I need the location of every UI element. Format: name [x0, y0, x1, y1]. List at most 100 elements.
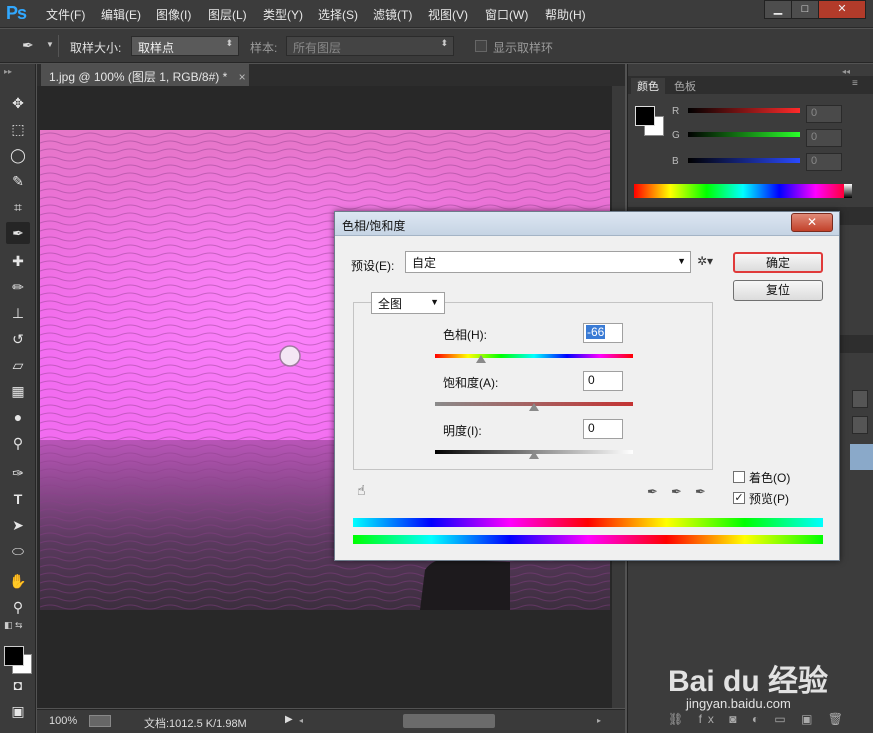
document-tab[interactable]: 1.jpg @ 100% (图层 1, RGB/8#) * ×	[41, 64, 249, 86]
minimize-button[interactable]: ▁	[764, 0, 792, 19]
hue-input[interactable]: -66	[583, 323, 623, 343]
channel-r-value[interactable]: 0	[806, 105, 842, 123]
horizontal-scrollbar-thumb[interactable]	[403, 714, 495, 728]
lightness-input[interactable]: 0	[583, 419, 623, 439]
pen-tool-icon[interactable]: ✑	[6, 462, 30, 484]
colorize-checkbox[interactable]	[733, 471, 745, 483]
dodge-tool-icon[interactable]: ⚲	[6, 432, 30, 454]
preset-select[interactable]: 自定 ▼	[405, 251, 691, 273]
black-white-ramp[interactable]	[844, 184, 852, 198]
hue-slider-thumb[interactable]	[476, 355, 486, 363]
color-spectrum-ramp[interactable]	[634, 184, 852, 198]
channel-r-slider[interactable]	[688, 108, 800, 113]
eyedropper-icon[interactable]: ✒	[647, 484, 658, 500]
preview-checkbox[interactable]: ✓	[733, 492, 745, 504]
dialog-close-button[interactable]: ✕	[791, 213, 833, 232]
channel-b-slider[interactable]	[688, 158, 800, 163]
eyedropper-plus-icon[interactable]: ✒	[671, 484, 682, 500]
menu-layer[interactable]: 图层(L)	[208, 6, 247, 23]
panel-menu-icon[interactable]: ≡	[852, 78, 858, 89]
default-colors-icon[interactable]: ◧ ⇆	[4, 620, 23, 631]
dialog-title-bar[interactable]: 色相/饱和度 ✕	[335, 212, 839, 236]
channel-b-value[interactable]: 0	[806, 153, 842, 171]
document-tab-close-icon[interactable]: ×	[239, 70, 246, 84]
crop-tool-icon[interactable]: ⌗	[6, 196, 30, 218]
eyedropper-icon[interactable]: ✒	[22, 37, 34, 54]
hand-tool-icon[interactable]: ✋	[6, 570, 30, 592]
saturation-slider-thumb[interactable]	[529, 403, 539, 411]
tab-swatches[interactable]: 色板	[674, 78, 696, 94]
ok-button[interactable]: 确定	[733, 252, 823, 273]
channel-select[interactable]: 全图 ▼	[371, 292, 445, 314]
doc-size-info: 文档:1012.5 K/1.98M	[144, 718, 247, 730]
history-brush-tool-icon[interactable]: ↺	[6, 328, 30, 350]
layer-fill-arrow[interactable]	[852, 416, 868, 434]
reset-button[interactable]: 复位	[733, 280, 823, 301]
brush-tool-icon[interactable]: ✏	[6, 276, 30, 298]
targeted-adjustment-hand-icon[interactable]: ☝	[357, 482, 366, 499]
tool-preset-chevron-icon[interactable]: ▼	[46, 40, 54, 49]
zoom-tool-icon[interactable]: ⚲	[6, 596, 30, 618]
menu-filter[interactable]: 滤镜(T)	[373, 6, 412, 23]
tools-panel: ▸▸ ✥ ⬚ ◯ ✎ ⌗ ✒ ✚ ✏ ⊥ ↺ ▱ ▦ ● ⚲ ✑ T ➤ ⬭ ✋…	[0, 64, 36, 733]
menu-select[interactable]: 选择(S)	[318, 6, 358, 23]
blur-tool-icon[interactable]: ●	[6, 406, 30, 428]
lasso-tool-icon[interactable]: ◯	[6, 144, 30, 166]
close-window-button[interactable]: ✕	[818, 0, 866, 19]
path-select-tool-icon[interactable]: ➤	[6, 514, 30, 536]
output-color-bar	[353, 535, 823, 544]
menu-bar: Ps 文件(F) 编辑(E) 图像(I) 图层(L) 类型(Y) 选择(S) 滤…	[0, 0, 873, 28]
screen-mode-icon[interactable]: ▣	[6, 700, 30, 722]
select-arrows-icon: ⬍	[440, 38, 448, 48]
preset-options-gear-icon[interactable]: ✲▾	[697, 254, 713, 268]
healing-brush-tool-icon[interactable]: ✚	[6, 250, 30, 272]
saturation-input[interactable]: 0	[583, 371, 623, 391]
adjustment-group-box	[353, 302, 713, 470]
select-arrows-icon: ⬍	[225, 38, 233, 48]
scroll-left-icon[interactable]: ◂	[299, 716, 303, 725]
quick-select-tool-icon[interactable]: ✎	[6, 170, 30, 192]
zoom-level[interactable]: 100%	[49, 715, 77, 727]
menu-file[interactable]: 文件(F)	[46, 6, 85, 23]
hue-saturation-dialog: 色相/饱和度 ✕ 预设(E): 自定 ▼ ✲▾ 确定 复位 全图 ▼ 色相(H)…	[334, 211, 840, 561]
menu-help[interactable]: 帮助(H)	[545, 6, 586, 23]
menu-type[interactable]: 类型(Y)	[263, 6, 303, 23]
shape-tool-icon[interactable]: ⬭	[6, 540, 30, 562]
selected-layer-row[interactable]	[850, 444, 873, 470]
quick-mask-icon[interactable]: ◘	[6, 674, 30, 696]
foreground-color-chip[interactable]	[635, 106, 655, 126]
marquee-tool-icon[interactable]: ⬚	[6, 118, 30, 140]
show-ring-checkbox[interactable]	[475, 40, 487, 52]
menu-image[interactable]: 图像(I)	[156, 6, 191, 23]
channel-g-slider[interactable]	[688, 132, 800, 137]
collapse-icon[interactable]: ▸▸	[4, 67, 12, 76]
scroll-right-icon[interactable]: ▸	[597, 716, 601, 725]
chevron-down-icon: ▼	[677, 256, 686, 266]
preview-label: 预览(P)	[749, 492, 789, 506]
tab-color[interactable]: 颜色	[631, 78, 665, 94]
eraser-tool-icon[interactable]: ▱	[6, 354, 30, 376]
dock-collapse-icon[interactable]: ◂◂	[842, 67, 850, 76]
sample-label: 样本:	[250, 41, 278, 55]
restore-button[interactable]: □	[791, 0, 819, 19]
stamp-tool-icon[interactable]: ⊥	[6, 302, 30, 324]
sample-select[interactable]: 所有图层 ⬍	[286, 36, 454, 56]
menu-view[interactable]: 视图(V)	[428, 6, 468, 23]
sample-size-select[interactable]: 取样点 ⬍	[131, 36, 239, 56]
layers-footer-icons[interactable]: ⛓ fx ◙ ◐ ▭ ▣ 🗑	[668, 712, 849, 726]
channel-b-label: B	[672, 156, 679, 167]
move-tool-icon[interactable]: ✥	[6, 92, 30, 114]
eyedropper-tool-icon[interactable]: ✒	[6, 222, 30, 244]
hue-slider-track[interactable]	[435, 354, 633, 358]
foreground-color-swatch[interactable]	[4, 646, 24, 666]
eyedropper-minus-icon[interactable]: ✒	[695, 484, 706, 500]
type-tool-icon[interactable]: T	[6, 488, 30, 510]
status-menu-arrow-icon[interactable]: ▶	[285, 714, 293, 725]
gradient-tool-icon[interactable]: ▦	[6, 380, 30, 402]
channel-g-value[interactable]: 0	[806, 129, 842, 147]
menu-window[interactable]: 窗口(W)	[485, 6, 528, 23]
layer-opacity-arrow[interactable]	[852, 390, 868, 408]
lightness-slider-thumb[interactable]	[529, 451, 539, 459]
menu-edit[interactable]: 编辑(E)	[101, 6, 141, 23]
status-preview-icon[interactable]	[89, 715, 111, 727]
